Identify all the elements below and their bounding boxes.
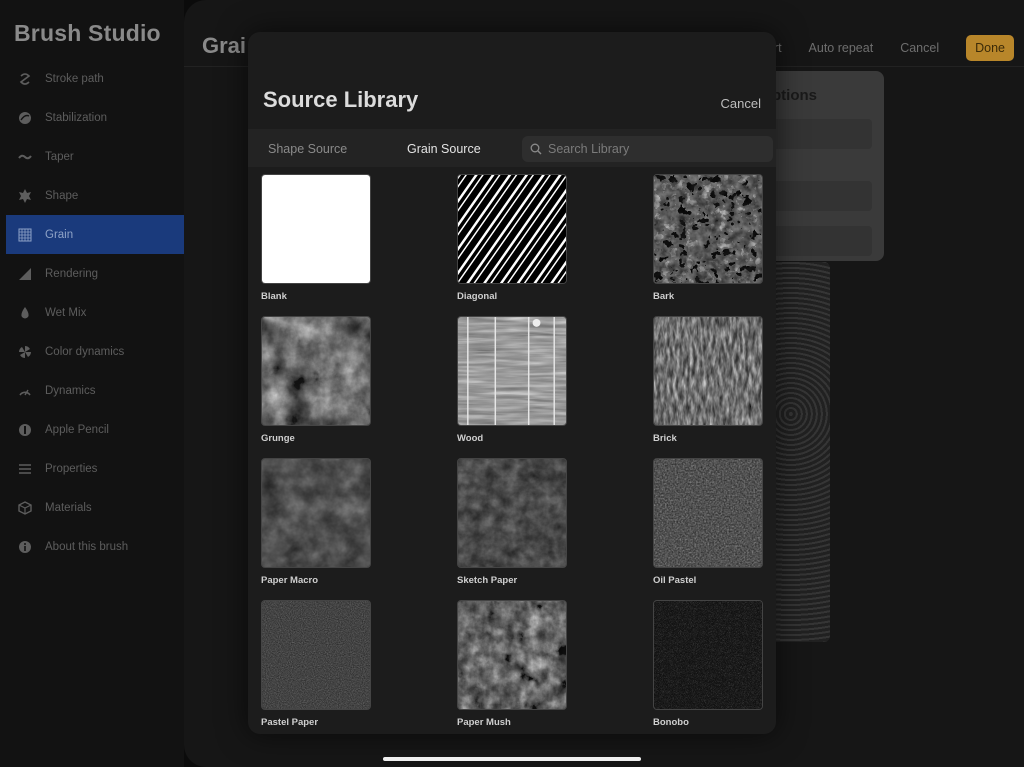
tile-thumbnail	[653, 600, 763, 710]
options-title: ptions	[772, 87, 817, 104]
sidebar-item-label: Stabilization	[45, 111, 108, 124]
source-tile-diagonal[interactable]: Diagonal	[457, 174, 567, 302]
sidebar-item-label: Rendering	[45, 267, 99, 280]
sidebar-item-materials[interactable]: Materials	[0, 488, 184, 527]
tile-label: Diagonal	[457, 291, 498, 302]
sidebar-item-color-dynamics[interactable]: Color dynamics	[0, 332, 184, 371]
source-tile-wood[interactable]: Wood	[457, 316, 567, 444]
tile-thumbnail	[653, 174, 763, 284]
stabilization-icon	[18, 111, 32, 125]
tile-label: Blank	[261, 291, 287, 302]
tile-thumbnail	[457, 600, 567, 710]
sidebar-item-about[interactable]: About this brush	[0, 527, 184, 566]
grain-icon	[18, 228, 32, 242]
tile-label: Oil Pastel	[653, 575, 697, 586]
sidebar-item-label: Materials	[45, 501, 92, 514]
options-row[interactable]	[772, 119, 872, 149]
info-icon	[18, 540, 32, 554]
sidebar-item-label: Color dynamics	[45, 345, 125, 358]
tile-thumbnail	[653, 316, 763, 426]
tile-thumbnail	[261, 174, 371, 284]
tile-label: Pastel Paper	[261, 717, 319, 728]
sidebar-item-grain[interactable]: Grain	[6, 215, 184, 254]
grain-preview	[774, 262, 830, 642]
color-dynamics-icon	[18, 345, 32, 359]
done-button[interactable]: Done	[966, 35, 1014, 61]
source-tile-blank[interactable]: Blank	[261, 174, 371, 302]
sidebar-item-wet-mix[interactable]: Wet Mix	[0, 293, 184, 332]
sidebar-item-apple-pencil[interactable]: Apple Pencil	[0, 410, 184, 449]
editor-title: Grai	[202, 33, 247, 58]
sidebar-item-label: Dynamics	[45, 384, 96, 397]
search-icon	[530, 143, 542, 155]
tile-label: Wood	[457, 433, 484, 444]
source-tile-oil-pastel[interactable]: Oil Pastel	[653, 458, 763, 586]
source-tile-grunge[interactable]: Grunge	[261, 316, 371, 444]
sidebar-item-label: Properties	[45, 462, 98, 475]
source-library-modal: Source Library Cancel Shape Source Grain…	[248, 32, 776, 734]
source-tile-paper-macro[interactable]: Paper Macro	[261, 458, 371, 586]
shape-icon	[18, 188, 32, 203]
sidebar-item-label: About this brush	[45, 540, 129, 553]
taper-icon	[18, 150, 32, 164]
tile-label: Paper Mush	[457, 717, 511, 728]
options-row[interactable]	[772, 226, 872, 256]
tile-thumbnail	[261, 316, 371, 426]
sidebar-item-label: Wet Mix	[45, 306, 87, 319]
search-input[interactable]	[548, 142, 748, 156]
tile-thumbnail	[261, 600, 371, 710]
sidebar-item-label: Grain	[45, 228, 74, 241]
materials-icon	[18, 500, 32, 515]
tile-label: Paper Macro	[261, 575, 319, 586]
tile-thumbnail	[457, 174, 567, 284]
sidebar-item-stabilization[interactable]: Stabilization	[0, 98, 184, 137]
tab-grain-source[interactable]: Grain Source	[407, 142, 481, 156]
sidebar-item-shape[interactable]: Shape	[0, 176, 184, 215]
wet-mix-icon	[18, 306, 32, 320]
sidebar-item-taper[interactable]: Taper	[0, 137, 184, 176]
tile-label: Sketch Paper	[457, 575, 518, 586]
stroke-path-icon	[18, 72, 32, 86]
search-bar[interactable]	[522, 136, 773, 162]
app-title: Brush Studio	[14, 20, 161, 46]
sidebar-item-label: Taper	[45, 150, 74, 163]
home-indicator[interactable]	[383, 757, 641, 761]
source-tile-bark[interactable]: Bark	[653, 174, 763, 302]
sidebar-list: Stroke path Stabilization Taper Shape Gr…	[0, 59, 184, 566]
sidebar-item-label: Apple Pencil	[45, 423, 109, 436]
tile-thumbnail	[457, 458, 567, 568]
modal-title: Source Library	[263, 87, 419, 112]
sidebar-item-dynamics[interactable]: Dynamics	[0, 371, 184, 410]
dynamics-icon	[18, 384, 32, 398]
source-tile-brick[interactable]: Brick	[653, 316, 763, 444]
tile-thumbnail	[653, 458, 763, 568]
tile-thumbnail	[457, 316, 567, 426]
auto-repeat-button[interactable]: Auto repeat	[809, 41, 874, 55]
options-row[interactable]	[772, 181, 872, 211]
modal-cancel-button[interactable]: Cancel	[721, 96, 761, 111]
editor-top-actions: rt Auto repeat Cancel Done	[747, 35, 1014, 61]
sidebar-item-stroke-path[interactable]: Stroke path	[0, 59, 184, 98]
tile-label: Bark	[653, 291, 675, 302]
source-tile-paper-mush[interactable]: Paper Mush	[457, 600, 567, 728]
rendering-icon	[18, 267, 32, 281]
source-tile-sketch-paper[interactable]: Sketch Paper	[457, 458, 567, 586]
sidebar: Brush Studio Stroke path Stabilization T…	[0, 0, 184, 767]
sidebar-item-label: Stroke path	[45, 72, 104, 85]
tile-label: Bonobo	[653, 717, 689, 728]
source-tile-pastel-paper[interactable]: Pastel Paper	[261, 600, 371, 728]
apple-pencil-icon	[18, 423, 32, 437]
cancel-button[interactable]: Cancel	[900, 41, 939, 55]
sidebar-item-label: Shape	[45, 189, 79, 202]
source-tile-bonobo[interactable]: Bonobo	[653, 600, 763, 728]
tab-shape-source[interactable]: Shape Source	[268, 142, 347, 156]
tile-label: Brick	[653, 433, 677, 444]
properties-icon	[18, 462, 32, 476]
tile-label: Grunge	[261, 433, 295, 444]
tile-thumbnail	[261, 458, 371, 568]
sidebar-item-rendering[interactable]: Rendering	[0, 254, 184, 293]
sidebar-item-properties[interactable]: Properties	[0, 449, 184, 488]
